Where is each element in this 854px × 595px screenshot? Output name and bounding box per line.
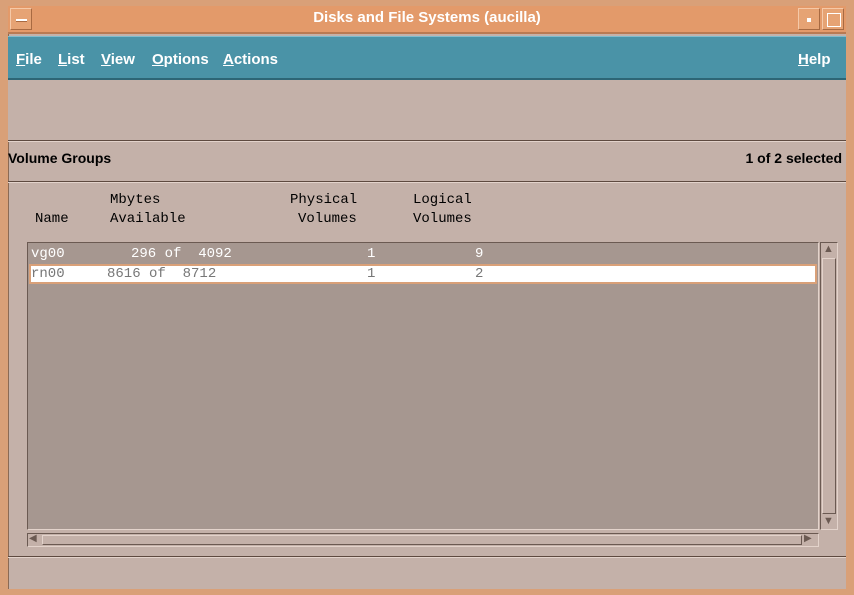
vertical-scroll-thumb[interactable]	[822, 258, 836, 514]
cell-mbytes: 8616 of 8712	[107, 266, 217, 282]
selection-count: 1 of 2 selected	[745, 150, 843, 166]
minimize-button[interactable]	[798, 8, 820, 30]
title-bar[interactable]: Disks and File Systems (aucilla)	[8, 6, 846, 34]
menu-options[interactable]: Options	[152, 51, 209, 68]
table-row[interactable]: vg00 296 of 4092 1 9	[29, 244, 817, 264]
cell-logical: 2	[475, 266, 484, 282]
column-header-physical-line2[interactable]: Volumes	[298, 210, 357, 229]
scroll-down-icon[interactable]: ▼	[823, 515, 834, 527]
scroll-up-icon[interactable]: ▲	[823, 243, 834, 255]
menu-list[interactable]: List	[58, 51, 85, 68]
menu-bar: File List View Options Actions Help	[8, 36, 846, 80]
scroll-right-icon[interactable]: ▶	[804, 533, 812, 545]
column-header-mbytes-line1[interactable]: Mbytes	[110, 191, 160, 210]
separator	[8, 140, 846, 142]
volume-groups-list[interactable]: vg00 296 of 4092 1 9 rn00 8616 of 8712 1…	[27, 242, 819, 530]
horizontal-scrollbar[interactable]: ◀ ▶	[27, 533, 819, 547]
maximize-button[interactable]	[822, 8, 844, 30]
column-header-name[interactable]: Name	[35, 210, 69, 229]
cell-name: vg00	[31, 246, 65, 262]
column-header-mbytes-line2[interactable]: Available	[110, 210, 186, 229]
table-row-selected[interactable]: rn00 8616 of 8712 1 2	[29, 264, 817, 284]
scroll-left-icon[interactable]: ◀	[29, 533, 37, 545]
menu-actions[interactable]: Actions	[223, 51, 278, 68]
cell-physical: 1	[367, 246, 376, 262]
cell-physical: 1	[367, 266, 376, 282]
column-header-physical-line1[interactable]: Physical	[290, 191, 357, 210]
horizontal-scroll-thumb[interactable]	[42, 535, 802, 545]
window-title: Disks and File Systems (aucilla)	[313, 9, 541, 26]
cell-mbytes: 296 of 4092	[131, 246, 232, 262]
column-header-logical-line1[interactable]: Logical	[413, 191, 472, 210]
cell-name: rn00	[31, 266, 65, 282]
minimize-icon	[807, 18, 811, 22]
separator	[8, 181, 846, 183]
menu-view[interactable]: View	[101, 51, 135, 68]
column-header-logical-line2[interactable]: Volumes	[413, 210, 472, 229]
menu-help[interactable]: Help	[798, 51, 831, 68]
section-title: Volume Groups	[8, 150, 112, 166]
menu-file[interactable]: File	[16, 51, 42, 68]
maximize-icon	[827, 13, 841, 27]
vertical-scrollbar[interactable]: ▲ ▼	[820, 242, 838, 530]
separator	[8, 556, 846, 558]
disks-file-systems-window: Disks and File Systems (aucilla) File Li…	[0, 0, 854, 595]
cell-logical: 9	[475, 246, 484, 262]
toolbar-area	[8, 80, 846, 140]
